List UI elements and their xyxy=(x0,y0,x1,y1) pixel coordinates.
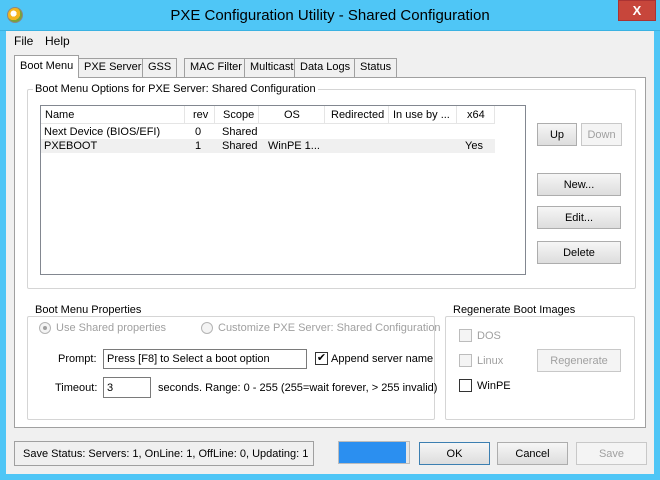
table-row[interactable]: Next Device (BIOS/EFI) 0 Shared xyxy=(41,125,495,139)
save-progress-fill xyxy=(339,442,406,463)
cell-scope: Shared xyxy=(222,126,258,138)
close-button[interactable]: X xyxy=(618,0,656,21)
tab-status[interactable]: Status xyxy=(354,58,398,77)
cell-rev: 1 xyxy=(195,140,202,152)
ok-button[interactable]: OK xyxy=(419,442,490,465)
cell-os: WinPE 1... xyxy=(268,140,320,152)
menu-bar: File Help xyxy=(6,31,654,51)
column-header-os[interactable]: OS xyxy=(259,106,325,124)
regenerate-label: Regenerate Boot Images xyxy=(451,304,578,316)
cell-name: PXEBOOT xyxy=(44,140,98,152)
title-bar[interactable]: PXE Configuration Utility - Shared Confi… xyxy=(0,0,660,31)
dos-checkbox[interactable] xyxy=(459,329,472,342)
boot-menu-properties-label: Boot Menu Properties xyxy=(33,304,144,316)
cell-x64: Yes xyxy=(465,140,483,152)
cancel-button[interactable]: Cancel xyxy=(497,442,568,465)
tab-boot-menu[interactable]: Boot Menu xyxy=(14,55,80,78)
cell-scope: Shared xyxy=(222,140,258,152)
column-header-redirected[interactable]: Redirected xyxy=(325,106,389,124)
timeout-label: Timeout: xyxy=(55,382,98,394)
prompt-input[interactable] xyxy=(103,349,307,369)
column-header-name[interactable]: Name xyxy=(41,106,185,124)
boot-menu-list[interactable]: Name rev Scope OS Redirected In use by .… xyxy=(40,105,526,275)
menu-help[interactable]: Help xyxy=(45,34,70,48)
down-button[interactable]: Down xyxy=(581,123,622,146)
prompt-label: Prompt: xyxy=(58,353,97,365)
save-status: Save Status: Servers: 1, OnLine: 1, OffL… xyxy=(14,441,314,466)
column-header-scope[interactable]: Scope xyxy=(215,106,259,124)
dos-label: DOS xyxy=(477,330,501,342)
linux-checkbox[interactable] xyxy=(459,354,472,367)
column-header-rev[interactable]: rev xyxy=(185,106,215,124)
new-button[interactable]: New... xyxy=(537,173,621,196)
winpe-checkbox[interactable] xyxy=(459,379,472,392)
boot-menu-options-label: Boot Menu Options for PXE Server: Shared… xyxy=(33,83,318,95)
append-server-name-label: Append server name xyxy=(331,353,434,365)
timeout-hint: seconds. Range: 0 - 255 (255=wait foreve… xyxy=(158,382,438,394)
tab-multicast[interactable]: Multicast xyxy=(244,58,300,77)
tab-mac-filter[interactable]: MAC Filter xyxy=(184,58,248,77)
table-row-selected[interactable]: PXEBOOT 1 Shared WinPE 1... Yes xyxy=(41,139,495,153)
regenerate-button[interactable]: Regenerate xyxy=(537,349,621,372)
save-button[interactable]: Save xyxy=(576,442,647,465)
cell-name: Next Device (BIOS/EFI) xyxy=(44,126,161,138)
use-shared-label: Use Shared properties xyxy=(56,322,167,334)
linux-label: Linux xyxy=(477,355,504,367)
edit-button[interactable]: Edit... xyxy=(537,206,621,229)
winpe-label: WinPE xyxy=(477,380,511,392)
customize-label: Customize PXE Server: Shared Configurati… xyxy=(218,322,441,334)
timeout-input[interactable] xyxy=(103,377,151,398)
up-button[interactable]: Up xyxy=(537,123,577,146)
use-shared-radio[interactable] xyxy=(39,322,51,334)
tab-gss[interactable]: GSS xyxy=(142,58,178,77)
delete-button[interactable]: Delete xyxy=(537,241,621,264)
tab-data-logs[interactable]: Data Logs xyxy=(294,58,357,77)
append-server-name-checkbox[interactable]: ✔ xyxy=(315,352,328,365)
window-title: PXE Configuration Utility - Shared Confi… xyxy=(170,7,490,24)
cell-rev: 0 xyxy=(195,126,202,138)
customize-radio[interactable] xyxy=(201,322,213,334)
tab-pxe-server[interactable]: PXE Server xyxy=(78,58,148,77)
menu-file[interactable]: File xyxy=(14,34,33,48)
save-progress-bar xyxy=(338,441,410,464)
column-header-x64[interactable]: x64 xyxy=(457,106,495,124)
column-header-in-use-by[interactable]: In use by ... xyxy=(389,106,457,124)
